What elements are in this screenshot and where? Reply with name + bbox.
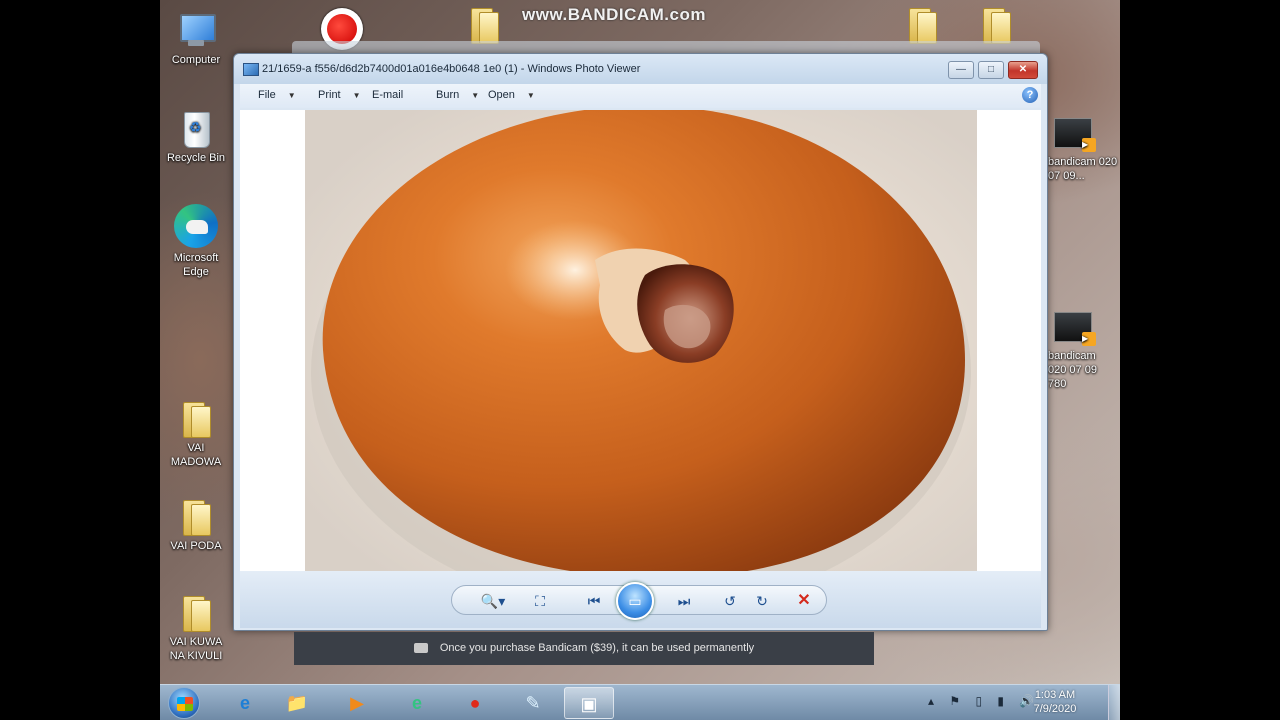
zoom-button[interactable]: 🔍▾: [476, 590, 510, 612]
clock-date: 7/9/2020: [1033, 703, 1077, 715]
minimize-button[interactable]: —: [948, 61, 974, 79]
help-icon[interactable]: ?: [1022, 87, 1038, 103]
show-desktop-button[interactable]: [1108, 685, 1120, 720]
desktop-icon-label: VAI PODA: [170, 540, 222, 552]
close-button[interactable]: ✕: [1008, 61, 1038, 79]
menu-bar: File ▼ Print ▼ E-mail Burn ▼ Open ▼ ?: [240, 84, 1041, 108]
desktop-icon-label: VAI KUWA NA KIVULI: [169, 636, 223, 662]
menu-file[interactable]: File ▼: [258, 89, 296, 101]
menu-label: Print: [318, 89, 341, 101]
control-group: 🔍▾ ⛶ ⏮ ▭ ⏭ ↺ ↻ ✕: [451, 582, 827, 620]
desktop-icon-vai-madowa[interactable]: VAI MADOWA: [160, 402, 232, 469]
fit-to-window-button[interactable]: ⛶: [528, 590, 552, 612]
start-button[interactable]: [168, 687, 200, 719]
desktop-icon-label: Computer: [171, 54, 221, 66]
image-viewport[interactable]: [240, 110, 1041, 571]
taskbar-file-explorer[interactable]: 📁: [272, 687, 322, 719]
folder-icon: [469, 8, 499, 44]
clock[interactable]: 1:03 AM 7/9/2020: [1030, 688, 1080, 716]
chevron-down-icon: ▼: [352, 91, 361, 100]
menu-open[interactable]: Open ▼: [488, 89, 535, 101]
desktop-icon-vai-poda[interactable]: VAI PODA: [160, 500, 232, 553]
taskbar-photo-viewer[interactable]: ▣: [564, 687, 614, 719]
desktop-icon-label: VAI MADOWA: [170, 442, 222, 468]
next-button[interactable]: ⏭: [672, 590, 696, 612]
background-window-edge: [292, 41, 1040, 53]
computer-icon: [176, 12, 216, 50]
previous-button[interactable]: ⏮: [582, 590, 606, 612]
photo-viewer-app-icon: [243, 63, 259, 76]
chevron-down-icon: ▼: [526, 91, 535, 100]
desktop-icon-recycle-bin[interactable]: Recycle Bin: [160, 108, 232, 165]
menu-label: Burn: [436, 89, 460, 101]
edge-icon: [174, 204, 218, 248]
photo-egg-with-hole: [305, 110, 977, 571]
desktop-icon-edge[interactable]: Microsoft Edge: [160, 204, 232, 279]
rotate-clockwise-button[interactable]: ↻: [750, 590, 774, 612]
bandicam-watermark: www.BANDICAM.com: [522, 5, 706, 24]
desktop-icon-label: Recycle Bin: [166, 152, 226, 164]
delete-button[interactable]: ✕: [792, 590, 816, 612]
menu-email[interactable]: E-mail: [372, 89, 403, 101]
letterbox-right: [1120, 0, 1280, 720]
clock-time: 1:03 AM: [1034, 689, 1076, 701]
menu-label: Open: [488, 89, 515, 101]
slideshow-button[interactable]: ▭: [616, 582, 654, 620]
photo-viewer-window[interactable]: 21/1659-a f556/d6d2b7400d01a016e4b0648 1…: [233, 53, 1048, 631]
menu-label: E-mail: [372, 89, 404, 101]
video-file-icon: [1054, 116, 1096, 152]
chevron-down-icon: ▼: [471, 91, 480, 100]
desktop-icon-computer[interactable]: Computer: [160, 12, 232, 67]
rotate-counterclockwise-button[interactable]: ↺: [718, 590, 742, 612]
taskbar-internet-explorer[interactable]: e: [220, 687, 270, 719]
folder-icon: [907, 8, 937, 44]
video-file-icon: [1054, 310, 1096, 346]
window-title: 21/1659-a f556/d6d2b7400d01a016e4b0648 1…: [262, 63, 641, 75]
maximize-button[interactable]: □: [978, 61, 1004, 79]
taskbar: e 📁 ▶ e ● ✎ ▣ ▴ ⚑ ▯ ▮ 🔊 1:03 AM 7/9/2020: [160, 684, 1120, 720]
viewer-control-bar: 🔍▾ ⛶ ⏮ ▭ ⏭ ↺ ↻ ✕: [240, 571, 1041, 628]
desktop-icon-bandicam-video-1[interactable]: bandicam 020 07 09...: [1040, 116, 1118, 183]
chevron-down-icon: ▼: [287, 91, 296, 100]
taskbar-notepad[interactable]: ✎: [508, 687, 558, 719]
taskbar-edge[interactable]: e: [392, 687, 442, 719]
message-icon: [413, 643, 428, 654]
egg-photo-illustration: [311, 110, 971, 571]
notice-text: Once you purchase Bandicam ($39), it can…: [439, 642, 755, 654]
title-bar[interactable]: 21/1659-a f556/d6d2b7400d01a016e4b0648 1…: [234, 54, 1047, 84]
desktop-icon-label: bandicam 020 07 09 780: [1048, 350, 1097, 390]
folder-icon: [181, 402, 211, 438]
folder-icon: [181, 596, 211, 632]
desktop-icon-label: bandicam 020 07 09...: [1048, 156, 1118, 182]
letterbox-left: [0, 0, 160, 720]
recycle-bin-icon: [181, 108, 211, 148]
menu-burn[interactable]: Burn ▼: [436, 89, 479, 101]
menu-print[interactable]: Print ▼: [318, 89, 361, 101]
system-tray-icons[interactable]: ▴ ⚑ ▯ ▮ 🔊: [928, 694, 1040, 708]
taskbar-bandicam[interactable]: ●: [450, 687, 500, 719]
bandicam-purchase-notice[interactable]: Once you purchase Bandicam ($39), it can…: [294, 632, 874, 665]
folder-icon: [981, 8, 1011, 44]
menu-label: File: [258, 89, 276, 101]
desktop-icon-bandicam-video-2[interactable]: bandicam 020 07 09 780: [1040, 310, 1118, 391]
taskbar-media-player[interactable]: ▶: [332, 687, 382, 719]
desktop-icon-label: Microsoft Edge: [173, 252, 219, 278]
folder-icon: [181, 500, 211, 536]
desktop-icon-vai-kuwa[interactable]: VAI KUWA NA KIVULI: [160, 596, 232, 663]
